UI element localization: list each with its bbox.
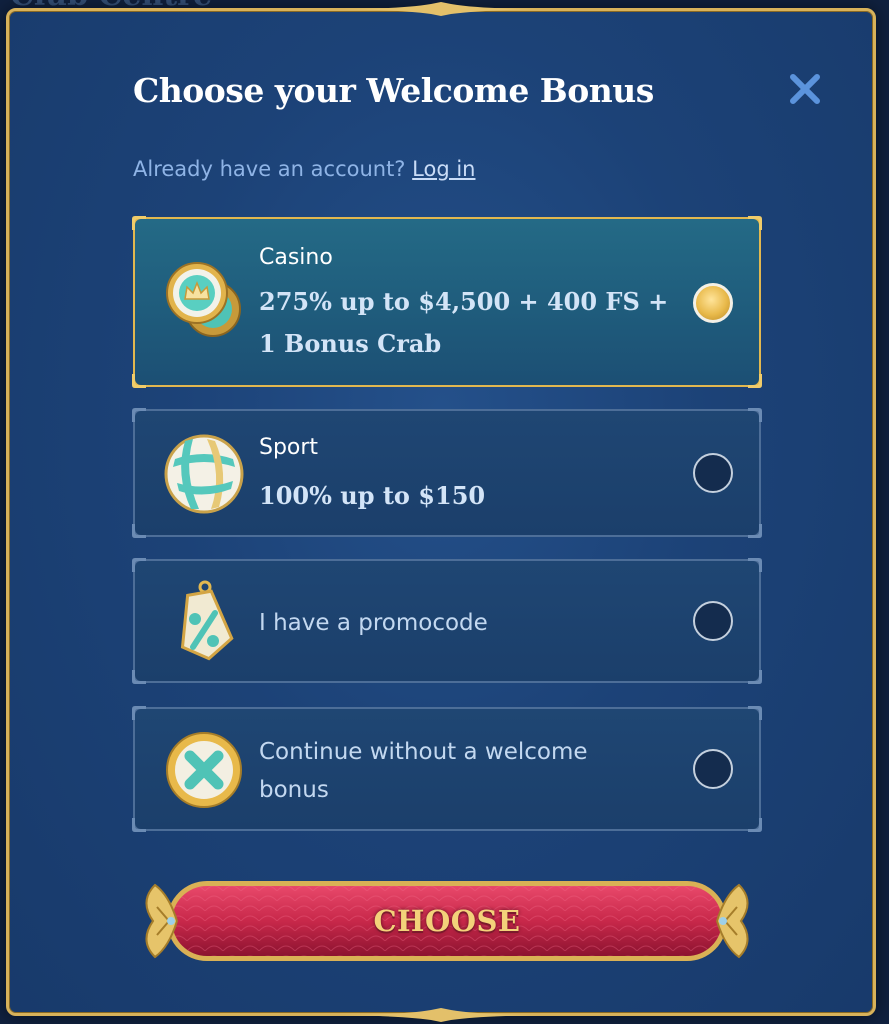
percent-tag-icon <box>180 580 234 661</box>
corner-ornament-icon <box>132 524 146 538</box>
corner-ornament-icon <box>132 408 146 422</box>
choose-button[interactable]: CHOOSE <box>133 871 761 971</box>
option-casino[interactable]: Casino 275% up to $4,500 + 400 FS + 1 Bo… <box>132 216 762 388</box>
option-casino-label: Casino <box>259 245 333 270</box>
login-prompt: Already have an account? Log in <box>133 157 475 181</box>
corner-ornament-icon <box>132 374 146 388</box>
corner-ornament-icon <box>132 216 146 230</box>
option-casino-value-line1: 275% up to $4,500 + 400 FS + <box>259 287 669 316</box>
option-promocode[interactable]: I have a promocode <box>132 558 762 684</box>
modal-title: Choose your Welcome Bonus <box>133 71 654 110</box>
close-icon[interactable] <box>787 71 823 107</box>
corner-ornament-icon <box>748 216 762 230</box>
radio-casino-selected[interactable] <box>693 283 733 323</box>
corner-ornament-icon <box>748 408 762 422</box>
bottom-ornament-icon <box>341 1008 541 1022</box>
option-promocode-label: I have a promocode <box>259 610 488 636</box>
volleyball-icon <box>164 434 244 514</box>
choose-button-label: CHOOSE <box>373 904 521 938</box>
corner-ornament-icon <box>748 558 762 572</box>
top-ornament-icon <box>341 2 541 16</box>
casino-chips-icon <box>166 262 241 337</box>
corner-ornament-icon <box>748 374 762 388</box>
corner-ornament-icon <box>132 818 146 832</box>
corner-ornament-icon <box>748 818 762 832</box>
login-link[interactable]: Log in <box>412 157 475 181</box>
option-sport[interactable]: Sport 100% up to $150 <box>132 408 762 538</box>
corner-ornament-icon <box>132 706 146 720</box>
radio-no-bonus[interactable] <box>693 749 733 789</box>
option-no-bonus[interactable]: Continue without a welcome bonus <box>132 706 762 832</box>
corner-ornament-icon <box>132 558 146 572</box>
welcome-bonus-modal: Choose your Welcome Bonus Already have a… <box>6 2 876 1022</box>
no-bonus-x-icon <box>166 732 242 808</box>
option-no-bonus-label-line1: Continue without a welcome <box>259 739 588 765</box>
radio-promocode[interactable] <box>693 601 733 641</box>
corner-ornament-icon <box>748 524 762 538</box>
corner-ornament-icon <box>748 670 762 684</box>
option-sport-value: 100% up to $150 <box>259 481 486 510</box>
login-prompt-text: Already have an account? <box>133 157 406 181</box>
option-no-bonus-label-line2: bonus <box>259 777 329 803</box>
corner-ornament-icon <box>748 706 762 720</box>
option-casino-value-line2: 1 Bonus Crab <box>259 329 442 358</box>
corner-ornament-icon <box>132 670 146 684</box>
radio-sport[interactable] <box>693 453 733 493</box>
option-sport-label: Sport <box>259 435 319 460</box>
